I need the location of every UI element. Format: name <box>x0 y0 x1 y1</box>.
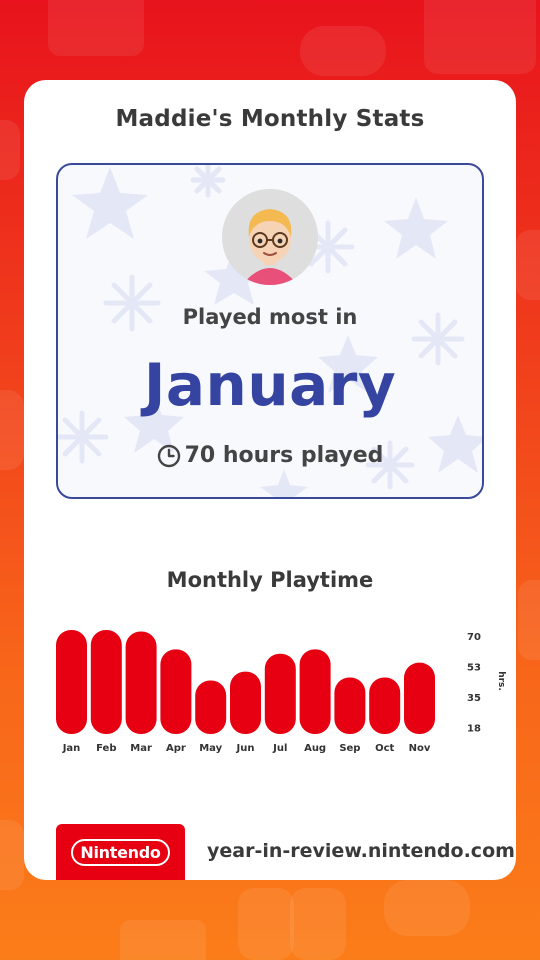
x-tick-label: Nov <box>409 743 431 754</box>
x-tick-label: Jan <box>62 743 81 754</box>
x-tick-label: Jul <box>272 743 287 754</box>
x-tick-label: Apr <box>166 743 186 754</box>
chart-title: Monthly Playtime <box>166 568 374 592</box>
y-tick-label: 53 <box>467 663 481 674</box>
bar-mar <box>125 631 157 734</box>
bar-sep <box>334 677 366 734</box>
x-tick-label: May <box>199 743 222 754</box>
nintendo-logo[interactable]: Nintendo <box>56 824 185 880</box>
bar-jun <box>230 671 261 734</box>
x-tick-label: Jun <box>236 743 255 754</box>
y-tick-label: 18 <box>467 724 481 735</box>
bar-jul <box>264 653 296 734</box>
top-month: January <box>143 351 397 419</box>
hours-played-row: 70 hours played <box>58 443 482 468</box>
bar-jan <box>56 630 87 734</box>
monthly-playtime-chart: Jan Feb Mar Apr May Jun Jul Aug Sep Oct Nov 70 53 35 1… <box>52 620 506 760</box>
bar-feb <box>90 630 122 734</box>
y-tick-label: 70 <box>467 632 481 643</box>
bar-apr <box>160 649 192 734</box>
x-tick-label: Aug <box>304 743 326 754</box>
clock-icon <box>157 444 181 468</box>
x-tick-label: Mar <box>130 743 152 754</box>
footer: Nintendo year-in-review.nintendo.com <box>24 824 516 880</box>
card-title: Maddie's Monthly Stats <box>115 106 425 132</box>
stats-card: Maddie's Monthly Stats Played most in Ja… <box>24 80 516 880</box>
played-most-label: Played most in <box>182 305 358 329</box>
bar-nov <box>404 662 435 734</box>
x-tick-label: Sep <box>339 743 360 754</box>
x-tick-label: Feb <box>96 743 116 754</box>
avatar <box>222 189 318 285</box>
y-tick-label: 35 <box>467 693 481 704</box>
nintendo-logo-text: Nintendo <box>71 838 170 866</box>
year-in-review-link[interactable]: year-in-review.nintendo.com <box>207 840 515 862</box>
bar-aug <box>299 649 331 734</box>
y-axis-label: hrs. <box>496 671 506 691</box>
hours-played-text: 70 hours played <box>184 443 384 468</box>
x-tick-label: Oct <box>375 743 394 754</box>
bar-oct <box>369 677 401 734</box>
bar-may <box>195 680 227 734</box>
top-month-panel: Played most in January 70 hours played <box>56 163 484 499</box>
